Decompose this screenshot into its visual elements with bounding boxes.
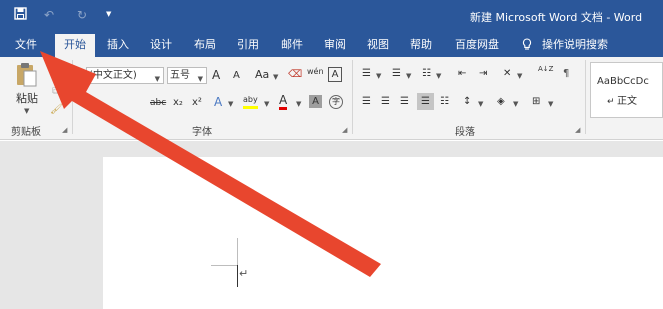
paragraph-mark-icon: ↵ xyxy=(607,97,615,107)
chevron-down-icon: ▼ xyxy=(264,100,270,108)
tab-baidu-netdisk[interactable]: 百度网盘 xyxy=(447,32,507,57)
group-divider xyxy=(585,60,586,134)
title-bar: ↶ ↻ ▼ 新建 Microsoft Word 文档 - Word xyxy=(0,0,663,32)
character-shading-button[interactable]: A xyxy=(309,95,322,108)
chevron-down-icon: ▼ xyxy=(296,100,302,108)
show-marks-icon[interactable]: ¶ xyxy=(563,67,569,81)
paste-button[interactable]: 粘贴 xyxy=(14,92,40,106)
document-area: ↵ xyxy=(0,141,663,309)
copy-icon[interactable]: ⧉ xyxy=(52,85,59,99)
clipboard-group-label: 剪贴板 xyxy=(11,127,41,138)
chevron-down-icon: ▼ xyxy=(273,73,279,81)
clipboard-launcher-icon[interactable]: ◢ xyxy=(62,126,67,134)
undo-icon[interactable]: ↶ xyxy=(44,8,54,22)
font-size-box[interactable]: 五号 ▼ xyxy=(167,67,207,84)
chevron-down-icon: ▼ xyxy=(478,100,484,108)
bold-button[interactable]: B xyxy=(81,95,90,109)
font-name-box[interactable]: (中文正文) ▼ xyxy=(86,67,164,84)
clear-formatting-icon[interactable]: ⌫ xyxy=(288,68,302,82)
chevron-down-icon: ▼ xyxy=(548,100,554,108)
borders-icon[interactable]: ⊞ xyxy=(532,95,540,109)
tab-design[interactable]: 设计 xyxy=(143,32,179,57)
tab-file[interactable]: 文件 xyxy=(8,32,44,57)
chevron-down-icon: ▼ xyxy=(517,72,523,80)
phonetic-guide-button[interactable]: wén xyxy=(307,65,324,79)
redo-icon[interactable]: ↻ xyxy=(77,8,87,22)
font-color-button[interactable]: A xyxy=(279,94,288,110)
text-cursor xyxy=(237,265,238,287)
tab-mailings[interactable]: 邮件 xyxy=(274,32,310,57)
change-case-button[interactable]: Aa xyxy=(255,68,269,82)
chevron-down-icon: ▼ xyxy=(228,100,234,108)
save-icon[interactable] xyxy=(14,7,27,23)
font-launcher-icon[interactable]: ◢ xyxy=(342,126,347,134)
style-name: 正文 xyxy=(617,96,637,107)
tab-home[interactable]: 开始 xyxy=(55,34,95,57)
multilevel-list-icon[interactable]: ☷ xyxy=(422,67,431,81)
increase-indent-icon[interactable]: ⇥ xyxy=(479,67,487,81)
style-preview: AaBbCcDc xyxy=(597,76,649,87)
customize-quick-access-icon[interactable]: ▼ xyxy=(106,10,111,18)
highlight-button[interactable]: aby xyxy=(243,94,258,109)
tab-view[interactable]: 视图 xyxy=(360,32,396,57)
chevron-down-icon: ▼ xyxy=(376,72,382,80)
group-divider xyxy=(352,60,353,134)
ribbon-tabs: 文件 开始 插入 设计 布局 引用 邮件 审阅 视图 帮助 百度网盘 操作说明搜… xyxy=(0,32,663,57)
cut-icon[interactable]: ✂ xyxy=(52,69,60,83)
font-group-label: 字体 xyxy=(192,127,212,138)
text-effects-button[interactable]: A xyxy=(214,95,222,109)
margin-corner-horizontal xyxy=(211,265,238,266)
strikethrough-button[interactable]: abc xyxy=(150,96,166,110)
styles-gallery[interactable]: AaBbCcDc ↵ 正文 xyxy=(590,62,663,118)
chevron-down-icon: ▼ xyxy=(513,100,519,108)
word-window: ↶ ↻ ▼ 新建 Microsoft Word 文档 - Word 文件 开始 … xyxy=(0,0,663,309)
paste-icon[interactable] xyxy=(14,62,38,92)
tab-references[interactable]: 引用 xyxy=(230,32,266,57)
distributed-icon[interactable]: ☷ xyxy=(440,95,449,109)
tab-help[interactable]: 帮助 xyxy=(403,32,439,57)
chevron-down-icon: ▼ xyxy=(197,75,203,83)
grow-font-button[interactable]: A xyxy=(212,68,220,82)
subscript-button[interactable]: x₂ xyxy=(173,96,183,110)
lightbulb-icon xyxy=(520,32,534,57)
align-left-icon[interactable]: ☰ xyxy=(362,95,371,109)
ribbon-home: 粘贴 ▼ ✂ ⧉ 🖌 剪贴板 ◢ (中文正文) ▼ 五号 ▼ A A Aa ▼ ⌫ … xyxy=(0,57,663,140)
paste-dropdown-icon[interactable]: ▼ xyxy=(24,107,29,115)
font-size-value: 五号 xyxy=(170,70,190,81)
bullets-icon[interactable]: ☰ xyxy=(362,67,371,81)
sort-button[interactable]: A↓Z xyxy=(538,65,553,73)
tell-me-search[interactable]: 操作说明搜索 xyxy=(538,32,612,57)
numbering-icon[interactable]: ☰ xyxy=(392,67,401,81)
justify-icon[interactable]: ☰ xyxy=(417,93,434,110)
chevron-down-icon: ▼ xyxy=(406,72,412,80)
tab-layout[interactable]: 布局 xyxy=(187,32,223,57)
shrink-font-button[interactable]: A xyxy=(233,69,240,83)
document-page[interactable]: ↵ xyxy=(103,157,663,309)
superscript-button[interactable]: x² xyxy=(192,96,202,110)
group-divider xyxy=(72,60,73,134)
format-painter-icon[interactable]: 🖌 xyxy=(50,103,63,117)
paragraph-launcher-icon[interactable]: ◢ xyxy=(575,126,580,134)
align-center-icon[interactable]: ☰ xyxy=(381,95,390,109)
chinese-layout-icon[interactable]: ✕ xyxy=(503,67,511,81)
paragraph-mark: ↵ xyxy=(239,267,249,280)
window-title: 新建 Microsoft Word 文档 - Word xyxy=(470,11,643,24)
tab-review[interactable]: 审阅 xyxy=(317,32,353,57)
decrease-indent-icon[interactable]: ⇤ xyxy=(458,67,466,81)
line-spacing-icon[interactable]: ↕ xyxy=(463,95,471,109)
paragraph-group-label: 段落 xyxy=(455,127,475,138)
align-right-icon[interactable]: ☰ xyxy=(400,95,409,109)
chevron-down-icon: ▼ xyxy=(154,75,160,83)
font-name-value: (中文正文) xyxy=(89,70,137,81)
tab-insert[interactable]: 插入 xyxy=(100,32,136,57)
chevron-down-icon: ▼ xyxy=(436,72,442,80)
enclose-characters-button[interactable]: 字 xyxy=(329,95,343,109)
shading-icon[interactable]: ◈ xyxy=(497,95,505,109)
character-border-button[interactable]: A xyxy=(328,67,342,82)
